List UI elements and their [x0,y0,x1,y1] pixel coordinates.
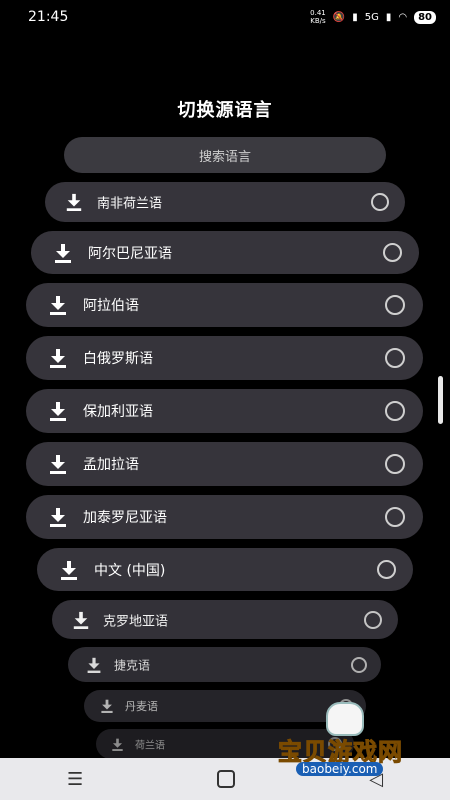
language-label: 阿尔巴尼亚语 [88,245,172,262]
language-item[interactable]: 孟加拉语 [26,442,423,486]
radio-button[interactable] [385,348,405,368]
language-item[interactable]: 阿拉伯语 [26,283,423,327]
status-bar: 21:45 0.41 KB/s 🔕 ▮ 5G ▮ ◠ 80 [0,0,450,34]
download-icon[interactable] [48,348,68,368]
download-icon[interactable] [48,507,68,527]
mascot-icon [326,702,364,736]
watermark-url: baobeiy.com [296,762,384,776]
menu-nav-icon[interactable]: ☰ [67,769,83,790]
page-title: 切换源语言 [177,100,273,121]
language-label: 南非荷兰语 [97,196,163,212]
radio-button[interactable] [371,193,389,211]
watermark-logo: 宝贝游戏网 baobeiy.com [270,702,420,780]
radio-button[interactable] [385,507,405,527]
language-label: 捷克语 [114,658,151,672]
net-speed: 0.41 KB/s [310,9,326,25]
radio-button[interactable] [385,454,405,474]
language-item[interactable]: 保加利亚语 [26,389,423,433]
language-item[interactable]: 中文 (中国) [37,548,413,591]
download-icon[interactable] [59,560,79,580]
home-nav-icon[interactable] [217,770,236,788]
battery-indicator: 80 [414,10,436,24]
language-label: 中文 (中国) [94,562,166,579]
language-label: 克罗地亚语 [103,614,169,629]
mute-icon: 🔕 [332,11,346,23]
scrollbar-thumb[interactable] [438,376,443,424]
download-icon[interactable] [53,243,73,263]
wifi-icon: ◠ [398,11,408,23]
language-label: 丹麦语 [125,700,158,713]
download-icon[interactable] [65,193,83,211]
download-icon[interactable] [48,401,68,421]
language-item[interactable]: 加泰罗尼亚语 [26,495,423,539]
language-item[interactable]: 阿尔巴尼亚语 [31,231,419,274]
language-item[interactable]: 捷克语 [68,647,381,682]
download-icon[interactable] [48,454,68,474]
signal-icon-2: ▮ [385,11,392,23]
radio-button[interactable] [351,657,367,673]
radio-button[interactable] [377,560,396,579]
radio-button[interactable] [385,401,405,421]
download-icon[interactable] [48,295,68,315]
language-label: 加泰罗尼亚语 [83,510,167,526]
status-icons: 0.41 KB/s 🔕 ▮ 5G ▮ ◠ 80 [310,9,436,25]
language-item[interactable]: 南非荷兰语 [45,182,405,222]
radio-button[interactable] [385,295,405,315]
search-input[interactable]: 搜索语言 [64,137,386,173]
language-item[interactable]: 克罗地亚语 [52,600,398,639]
radio-button[interactable] [364,611,382,629]
language-label: 荷兰语 [135,740,165,752]
status-time: 21:45 [28,9,69,25]
download-icon[interactable] [86,657,102,673]
language-label: 白俄罗斯语 [83,351,153,367]
language-item[interactable]: 白俄罗斯语 [26,336,423,380]
language-label: 保加利亚语 [83,404,153,420]
radio-button[interactable] [383,243,402,262]
language-label: 阿拉伯语 [83,298,139,314]
download-icon[interactable] [100,699,114,713]
language-label: 孟加拉语 [83,457,139,473]
signal-icon: ▮ [352,11,358,23]
download-icon[interactable] [72,611,90,629]
signal-label: 5G [364,11,379,23]
search-placeholder: 搜索语言 [198,149,251,165]
download-icon[interactable] [111,738,124,751]
